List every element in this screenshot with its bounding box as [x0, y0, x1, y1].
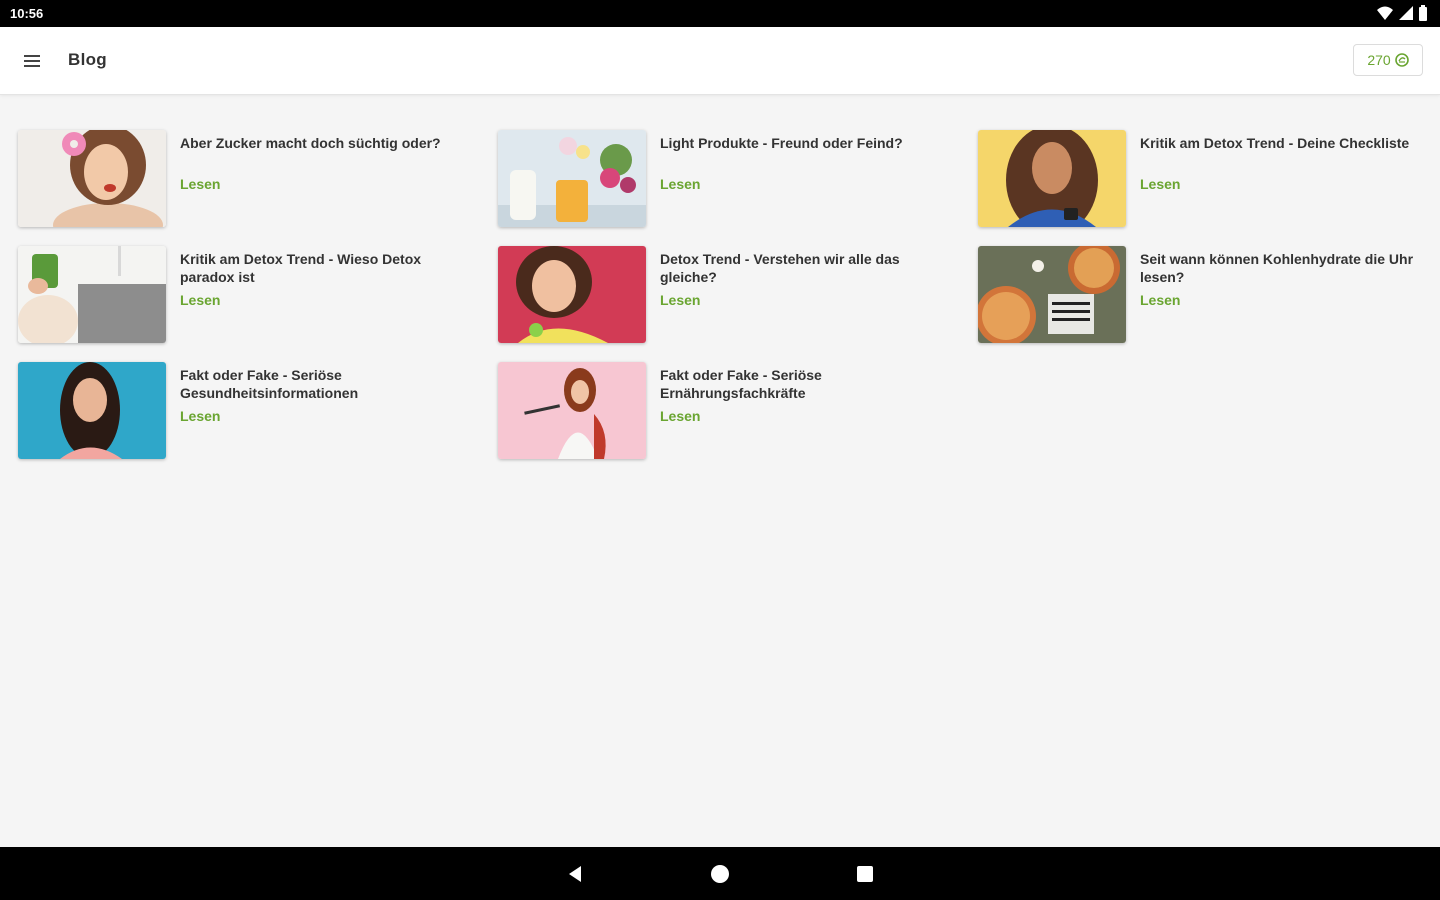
status-bar: 10:56: [0, 0, 1440, 27]
article-thumbnail: [498, 130, 646, 227]
article-title: Light Produkte - Freund oder Feind?: [660, 135, 903, 151]
read-link[interactable]: Lesen: [180, 176, 220, 192]
read-link[interactable]: Lesen: [180, 292, 220, 308]
back-button[interactable]: [561, 860, 589, 888]
read-link[interactable]: Lesen: [1140, 292, 1180, 308]
read-link[interactable]: Lesen: [660, 176, 700, 192]
status-icons: [1376, 5, 1428, 21]
article-card[interactable]: Detox Trend - Verstehen wir alle das gle…: [498, 246, 958, 343]
app-bar: Blog 270: [0, 27, 1440, 95]
article-card[interactable]: Light Produkte - Freund oder Feind? Lese…: [498, 130, 958, 227]
article-card[interactable]: Kritik am Detox Trend - Wieso Detox para…: [18, 246, 478, 343]
read-link[interactable]: Lesen: [1140, 176, 1180, 192]
article-thumbnail: [18, 362, 166, 459]
read-link[interactable]: Lesen: [660, 292, 700, 308]
system-nav-bar: [0, 847, 1440, 900]
article-thumbnail: [978, 130, 1126, 227]
points-value: 270: [1367, 52, 1391, 68]
battery-icon: [1419, 5, 1427, 21]
article-title: Seit wann können Kohlenhydrate die Uhr l…: [1140, 251, 1414, 285]
recents-square-icon: [857, 866, 873, 882]
article-card[interactable]: Kritik am Detox Trend - Deine Checkliste…: [978, 130, 1438, 227]
article-thumbnail: [18, 130, 166, 227]
article-thumbnail: [498, 246, 646, 343]
article-title: Fakt oder Fake - Seriöse Ernährungsfachk…: [660, 367, 822, 401]
article-title: Fakt oder Fake - Seriöse Gesundheitsinfo…: [180, 367, 359, 401]
back-triangle-icon: [569, 866, 581, 882]
signal-icon: [1399, 6, 1413, 20]
read-link[interactable]: Lesen: [180, 408, 220, 424]
points-badge[interactable]: 270: [1353, 44, 1423, 76]
article-card[interactable]: Seit wann können Kohlenhydrate die Uhr l…: [978, 246, 1438, 343]
coin-icon: [1394, 53, 1409, 67]
article-title: Kritik am Detox Trend - Deine Checkliste: [1140, 135, 1410, 151]
wifi-icon: [1377, 6, 1393, 20]
menu-button[interactable]: [18, 47, 46, 75]
article-card[interactable]: Fakt oder Fake - Seriöse Ernährungsfachk…: [498, 362, 958, 459]
page-title: Blog: [68, 50, 107, 69]
home-button[interactable]: [706, 860, 734, 888]
article-thumbnail: [498, 362, 646, 459]
hamburger-menu-icon: [24, 55, 40, 67]
article-title: Kritik am Detox Trend - Wieso Detox para…: [180, 251, 422, 285]
article-title: Detox Trend - Verstehen wir alle das gle…: [660, 251, 900, 285]
read-link[interactable]: Lesen: [660, 408, 700, 424]
home-circle-icon: [711, 865, 729, 883]
article-thumbnail: [978, 246, 1126, 343]
status-time: 10:56: [10, 6, 44, 21]
article-card[interactable]: Fakt oder Fake - Seriöse Gesundheitsinfo…: [18, 362, 478, 459]
article-thumbnail: [18, 246, 166, 343]
article-card[interactable]: Aber Zucker macht doch süchtig oder? Les…: [18, 130, 478, 227]
recents-button[interactable]: [851, 860, 879, 888]
article-title: Aber Zucker macht doch süchtig oder?: [180, 135, 441, 151]
